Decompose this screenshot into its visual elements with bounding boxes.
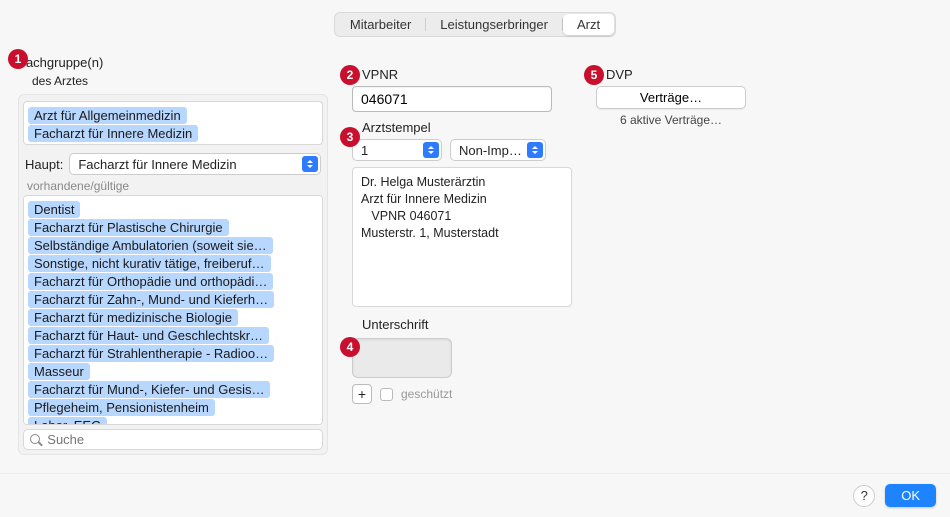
fachgruppen-label: Fachgruppe(n) <box>18 55 328 70</box>
vpnr-input[interactable] <box>352 86 552 112</box>
chevron-updown-icon <box>302 156 318 172</box>
assigned-item[interactable]: Facharzt für Innere Medizin <box>28 125 198 142</box>
list-item[interactable]: Facharzt für Mund-, Kiefer- und Gesis… <box>28 381 270 398</box>
haupt-select[interactable]: Facharzt für Innere Medizin <box>69 153 321 175</box>
tab-leistungserbringer[interactable]: Leistungserbringer <box>426 14 562 35</box>
vpnr-label: VPNR <box>352 67 572 82</box>
help-button[interactable]: ? <box>853 485 875 507</box>
stempel-type-value: Non-Imp… <box>459 143 522 158</box>
haupt-select-value: Facharzt für Innere Medizin <box>78 157 236 172</box>
assigned-list[interactable]: Arzt für Allgemeinmedizin Facharzt für I… <box>23 101 323 145</box>
chevron-updown-icon <box>423 142 439 158</box>
list-item[interactable]: Facharzt für Haut- und Geschlechtskr… <box>28 327 269 344</box>
protected-checkbox[interactable] <box>380 388 393 401</box>
arztstempel-label: Arztstempel <box>352 120 572 135</box>
search-field[interactable] <box>23 429 323 450</box>
list-item[interactable]: Masseur <box>28 363 90 380</box>
list-item[interactable]: Facharzt für Zahn-, Mund- und Kieferh… <box>28 291 274 308</box>
list-item[interactable]: Facharzt für Orthopädie und orthopädi… <box>28 273 273 290</box>
vertraege-button[interactable]: Verträge… <box>596 86 746 109</box>
protected-label: geschützt <box>401 387 452 401</box>
footer: ? OK <box>0 473 950 517</box>
list-item[interactable]: Facharzt für Strahlentherapie - Radioo… <box>28 345 274 362</box>
signature-box[interactable] <box>352 338 452 378</box>
tab-arzt[interactable]: Arzt <box>563 14 614 35</box>
stempel-line: Dr. Helga Musterärztin <box>361 174 563 191</box>
chevron-updown-icon <box>527 142 543 158</box>
search-icon <box>30 434 41 446</box>
badge-4: 4 <box>340 337 360 357</box>
stempel-preview[interactable]: Dr. Helga Musterärztin Arzt für Innere M… <box>352 167 572 307</box>
stempel-line: VPNR 046071 <box>361 208 563 225</box>
list-item[interactable]: Pflegeheim, Pensionistenheim <box>28 399 215 416</box>
add-signature-button[interactable]: + <box>352 384 372 404</box>
stempel-line: Arzt für Innere Medizin <box>361 191 563 208</box>
available-list[interactable]: Dentist Facharzt für Plastische Chirurgi… <box>23 195 323 425</box>
badge-3: 3 <box>340 127 360 147</box>
list-item[interactable]: Labor, EEG <box>28 417 107 425</box>
unterschrift-label: Unterschrift <box>352 317 572 332</box>
fachgruppen-panel: Arzt für Allgemeinmedizin Facharzt für I… <box>18 94 328 455</box>
list-item[interactable]: Facharzt für medizinische Biologie <box>28 309 238 326</box>
list-item[interactable]: Selbständige Ambulatorien (soweit sie… <box>28 237 273 254</box>
search-input[interactable] <box>47 432 316 447</box>
stempel-line: Musterstr. 1, Musterstadt <box>361 225 563 242</box>
tab-mitarbeiter[interactable]: Mitarbeiter <box>336 14 425 35</box>
assigned-item[interactable]: Arzt für Allgemeinmedizin <box>28 107 187 124</box>
list-item[interactable]: Facharzt für Plastische Chirurgie <box>28 219 229 236</box>
stempel-type-select[interactable]: Non-Imp… <box>450 139 546 161</box>
tab-bar: Mitarbeiter Leistungserbringer Arzt <box>334 12 616 37</box>
dvp-status: 6 aktive Verträge… <box>596 113 746 127</box>
stempel-slot-value: 1 <box>361 143 368 158</box>
badge-2: 2 <box>340 65 360 85</box>
fachgruppen-sublabel: des Arztes <box>18 74 328 88</box>
ok-button[interactable]: OK <box>885 484 936 507</box>
stempel-slot-select[interactable]: 1 <box>352 139 442 161</box>
list-item[interactable]: Sonstige, nicht kurativ tätige, freiberu… <box>28 255 271 272</box>
available-header: vorhandene/gültige <box>27 179 323 193</box>
dvp-label: DVP <box>596 67 796 82</box>
badge-1: 1 <box>8 49 28 69</box>
badge-5: 5 <box>584 65 604 85</box>
list-item[interactable]: Dentist <box>28 201 80 218</box>
haupt-label: Haupt: <box>25 157 63 172</box>
